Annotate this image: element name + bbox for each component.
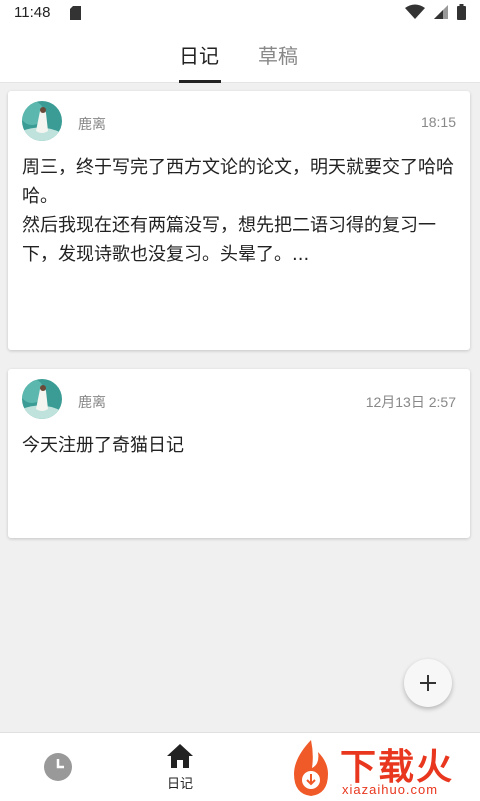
- diary-entry-card[interactable]: 鹿离 18:15 周三，终于写完了西方文论的论文，明天就要交了哈哈哈。 然后我现…: [8, 91, 470, 350]
- entry-author: 鹿离: [78, 117, 106, 133]
- plus-icon: [418, 673, 438, 697]
- signal-icon: [433, 5, 448, 19]
- watermark-logo: 下载火 xiazaihuo.com: [282, 736, 480, 800]
- nav-label-diary[interactable]: 日记: [164, 773, 196, 792]
- tab-diary[interactable]: 日记: [179, 40, 219, 69]
- tab-drafts[interactable]: 草稿: [258, 40, 298, 69]
- watermark-sub: xiazaihuo.com: [342, 782, 439, 797]
- status-time: 11:48: [14, 4, 51, 21]
- clock-icon[interactable]: [44, 753, 72, 785]
- status-bar: 11:48 x: [0, 0, 480, 26]
- diary-entry-card[interactable]: 鹿离 12月13日 2:57 今天注册了奇猫日记: [8, 369, 470, 538]
- entry-content: 今天注册了奇猫日记: [22, 435, 184, 456]
- tab-indicator: [179, 80, 221, 83]
- entry-author: 鹿离: [78, 395, 106, 411]
- home-icon[interactable]: [164, 743, 196, 773]
- avatar[interactable]: [22, 379, 62, 419]
- top-tabs: 日记 草稿: [0, 26, 480, 83]
- sd-card-icon: [70, 5, 81, 24]
- add-entry-button[interactable]: [404, 659, 452, 707]
- entry-content: 周三，终于写完了西方文论的论文，明天就要交了哈哈哈。 然后我现在还有两篇没写，想…: [22, 157, 454, 265]
- entry-time: 12月13日 2:57: [365, 394, 456, 410]
- status-icons: x: [401, 4, 466, 22]
- wifi-icon: x: [404, 4, 425, 21]
- entry-time: 18:15: [420, 114, 456, 130]
- avatar[interactable]: [22, 101, 62, 141]
- battery-icon: [457, 4, 466, 20]
- svg-text:x: x: [418, 13, 422, 20]
